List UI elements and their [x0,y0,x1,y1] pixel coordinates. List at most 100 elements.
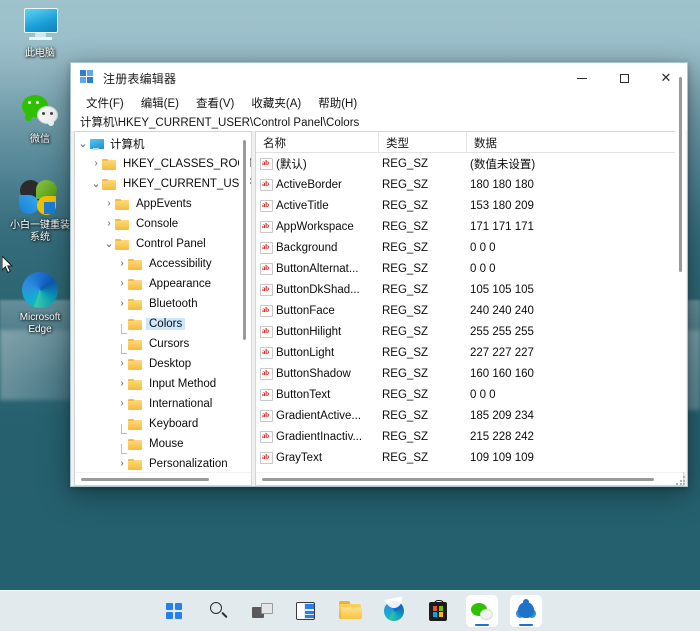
tree-node[interactable]: ›HKEY_CLASSES_ROOT [75,154,251,174]
column-header-data[interactable]: 数据 [467,132,683,152]
value-name: GradientActive... [276,410,382,422]
resize-grip[interactable] [675,475,684,485]
value-row[interactable]: abButtonFaceREG_SZ240 240 240 [256,300,683,321]
desktop[interactable]: 此电脑 微信 小白一键重装系统 Microsoft Edge [0,0,700,631]
chevron-right-icon[interactable]: › [103,198,115,210]
chevron-down-icon[interactable]: ⌄ [77,141,89,147]
windows-start-icon [166,603,182,619]
registry-tree[interactable]: ⌄计算机›HKEY_CLASSES_ROOT⌄HKEY_CURRENT_USER… [75,132,251,472]
values-column-headers[interactable]: 名称类型数据 [256,132,683,153]
tree-node-label: Colors [146,318,185,330]
tree-node[interactable]: ›Console [75,214,251,234]
value-row[interactable]: abButtonHilightREG_SZ255 255 255 [256,321,683,342]
maximize-button[interactable] [603,63,645,93]
desktop-icon-wechat[interactable]: 微信 [6,92,74,146]
taskbar-microsoft-edge[interactable] [378,595,410,627]
taskbar-widgets-button[interactable] [290,595,322,627]
value-name: Background [276,242,382,254]
chevron-right-icon[interactable]: › [116,458,128,470]
folder-icon [128,339,142,350]
registry-values-pane[interactable]: 名称类型数据 ab(默认)REG_SZ(数值未设置)abActiveBorder… [255,131,684,486]
minimize-button[interactable] [561,63,603,93]
value-row[interactable]: abButtonDkShad...REG_SZ105 105 105 [256,279,683,300]
value-row[interactable]: abGrayTextREG_SZ109 109 109 [256,447,683,468]
chevron-right-icon[interactable]: › [116,378,128,390]
values-horizontal-scrollbar[interactable] [256,472,683,485]
tree-vertical-scrollbar[interactable] [239,134,250,471]
window-titlebar[interactable]: 注册表编辑器 ✕ [71,63,687,93]
taskbar-search-button[interactable] [202,595,234,627]
chevron-right-icon[interactable]: › [116,358,128,370]
values-vertical-scrollbar[interactable] [675,131,684,472]
task-view-icon [246,595,278,627]
taskbar-file-explorer[interactable] [334,595,366,627]
menu-help[interactable]: 帮助(H) [312,94,363,112]
column-header-name[interactable]: 名称 [256,132,379,152]
tree-horizontal-scrollbar[interactable] [75,472,251,485]
taskbar-task-view-button[interactable] [246,595,278,627]
value-row[interactable]: abButtonAlternat...REG_SZ0 0 0 [256,258,683,279]
chevron-down-icon[interactable]: ⌄ [103,241,115,247]
tree-node[interactable]: ›Personalization [75,454,251,472]
value-row[interactable]: abActiveBorderREG_SZ180 180 180 [256,174,683,195]
chevron-right-icon[interactable]: › [116,258,128,270]
value-row[interactable]: ab(默认)REG_SZ(数值未设置) [256,153,683,174]
tree-node[interactable]: ›Appearance [75,274,251,294]
desktop-icon-label: Microsoft Edge [6,312,74,336]
values-list[interactable]: ab(默认)REG_SZ(数值未设置)abActiveBorderREG_SZ1… [256,153,683,472]
chevron-down-icon[interactable]: ⌄ [90,181,102,187]
value-row[interactable]: abButtonShadowREG_SZ160 160 160 [256,363,683,384]
taskbar[interactable] [0,590,700,631]
chevron-right-icon[interactable]: › [116,398,128,410]
value-row[interactable]: abGradientActive...REG_SZ185 209 234 [256,405,683,426]
widgets-icon [296,602,315,620]
menu-edit[interactable]: 编辑(E) [135,94,185,112]
registry-tree-pane[interactable]: ⌄计算机›HKEY_CLASSES_ROOT⌄HKEY_CURRENT_USER… [74,131,252,486]
string-value-icon: ab [260,221,273,233]
desktop-icon-microsoft-edge[interactable]: Microsoft Edge [6,270,74,336]
tree-node[interactable]: Colors [75,314,251,334]
desktop-icon-xiaobai-reinstall[interactable]: 小白一键重装系统 [6,178,74,244]
menu-file[interactable]: 文件(F) [80,94,130,112]
tree-node[interactable]: ›Desktop [75,354,251,374]
tree-node[interactable]: ⌄Control Panel [75,234,251,254]
value-row[interactable]: abButtonTextREG_SZ0 0 0 [256,384,683,405]
value-data: 153 180 209 [470,200,683,212]
tree-node[interactable]: Keyboard [75,414,251,434]
tree-node[interactable]: ›Bluetooth [75,294,251,314]
menu-view[interactable]: 查看(V) [190,94,240,112]
tree-node[interactable]: Mouse [75,434,251,454]
value-type: REG_SZ [382,452,470,464]
tree-node[interactable]: › AppEvents [75,194,251,214]
taskbar-start-button[interactable] [158,595,190,627]
menu-bar[interactable]: 文件(F) 编辑(E) 查看(V) 收藏夹(A) 帮助(H) [71,93,687,113]
string-value-icon: ab [260,305,273,317]
tree-node[interactable]: ›International [75,394,251,414]
tree-node[interactable]: ⌄HKEY_CURRENT_USER [75,174,251,194]
tree-node[interactable]: ›Accessibility [75,254,251,274]
chevron-right-icon[interactable]: › [90,158,102,170]
string-value-icon: ab [260,158,273,170]
tree-node[interactable]: Cursors [75,334,251,354]
value-row[interactable]: abBackgroundREG_SZ0 0 0 [256,237,683,258]
chevron-right-icon[interactable]: › [103,218,115,230]
value-row[interactable]: abActiveTitleREG_SZ153 180 209 [256,195,683,216]
desktop-icon-this-pc[interactable]: 此电脑 [6,6,74,60]
value-name: ButtonText [276,389,382,401]
chevron-right-icon[interactable]: › [116,278,128,290]
value-type: REG_SZ [382,179,470,191]
tree-node-label: AppEvents [133,198,195,210]
column-header-type[interactable]: 类型 [379,132,467,152]
menu-favorites[interactable]: 收藏夹(A) [245,94,307,112]
chevron-right-icon[interactable]: › [116,298,128,310]
address-bar[interactable]: 计算机\HKEY_CURRENT_USER\Control Panel\Colo… [71,113,687,131]
value-row[interactable]: abButtonLightREG_SZ227 227 227 [256,342,683,363]
tree-node[interactable]: ›Input Method [75,374,251,394]
taskbar-microsoft-store[interactable] [422,595,454,627]
value-row[interactable]: abGradientInactiv...REG_SZ215 228 242 [256,426,683,447]
taskbar-wechat[interactable] [466,595,498,627]
value-row[interactable]: abAppWorkspaceREG_SZ171 171 171 [256,216,683,237]
taskbar-xiaobai-app[interactable] [510,595,542,627]
registry-editor-window[interactable]: 注册表编辑器 ✕ 文件(F) 编辑(E) 查看(V) 收藏夹(A) 帮助(H) … [70,62,688,487]
tree-node[interactable]: ⌄计算机 [75,134,251,154]
